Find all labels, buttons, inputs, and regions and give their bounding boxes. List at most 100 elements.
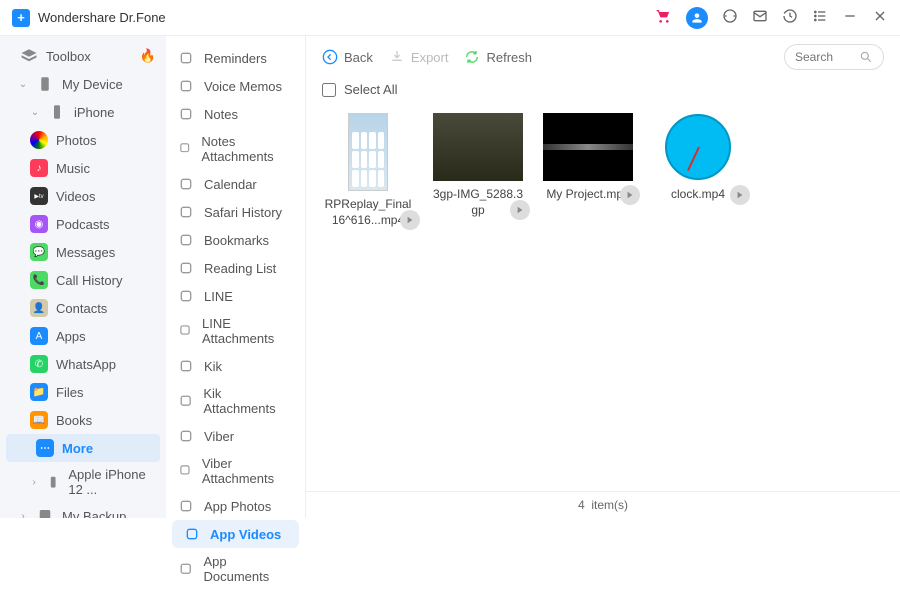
category-label: Safari History	[204, 205, 282, 220]
chevron-down-icon: ⌄	[30, 107, 40, 118]
sidebar-label: WhatsApp	[56, 357, 116, 372]
play-icon[interactable]	[620, 185, 640, 205]
cart-icon[interactable]	[656, 8, 672, 27]
category-item-notes[interactable]: Notes	[166, 100, 305, 128]
chat-icon	[178, 288, 194, 304]
backup-icon	[36, 507, 54, 518]
sidebar-item-messages[interactable]: 💬Messages	[0, 238, 166, 266]
category-item-app-photos[interactable]: App Photos	[166, 492, 305, 520]
menu-list-icon[interactable]	[812, 8, 828, 27]
file-item[interactable]: 3gp-IMG_5288.3gp	[432, 113, 524, 218]
grid-icon	[178, 561, 193, 577]
category-label: Kik Attachments	[203, 386, 293, 416]
back-button[interactable]: Back	[322, 49, 373, 65]
category-label: Viber Attachments	[202, 456, 293, 486]
sidebar-label: Music	[56, 161, 90, 176]
category-item-reading-list[interactable]: Reading List	[166, 254, 305, 282]
user-avatar-icon[interactable]	[686, 7, 708, 29]
sidebar-toolbox[interactable]: Toolbox 🔥	[0, 42, 166, 70]
category-item-reminders[interactable]: Reminders	[166, 44, 305, 72]
history-icon[interactable]	[782, 8, 798, 27]
category-label: Reading List	[204, 261, 276, 276]
sidebar-mybackup[interactable]: ›My Backup	[0, 502, 166, 518]
sidebar-label: Files	[56, 385, 83, 400]
sidebar-item-photos[interactable]: Photos	[0, 126, 166, 154]
sidebar-iphone[interactable]: ⌄ iPhone	[0, 98, 166, 126]
sidebar-item-apps[interactable]: A Apps	[0, 322, 166, 350]
sidebar-item-music[interactable]: ♪ Music	[0, 154, 166, 182]
phone-icon: 📞	[30, 271, 48, 289]
category-item-app-documents[interactable]: App Documents	[166, 548, 305, 590]
support-icon[interactable]	[722, 8, 738, 27]
content-area: Back Export Refresh Select All RP	[306, 36, 900, 518]
sidebar-item-podcasts[interactable]: ◉Podcasts	[0, 210, 166, 238]
sidebar-item-contacts[interactable]: 👤Contacts	[0, 294, 166, 322]
category-item-calendar[interactable]: Calendar	[166, 170, 305, 198]
sidebar-label: Call History	[56, 273, 122, 288]
grid-icon	[178, 498, 194, 514]
more-icon: ⋯	[36, 439, 54, 457]
select-all-checkbox[interactable]	[322, 83, 336, 97]
category-label: Viber	[204, 429, 234, 444]
file-item[interactable]: My Project.mp4	[542, 113, 634, 203]
compass-icon	[178, 204, 194, 220]
file-item[interactable]: clock.mp4	[652, 113, 744, 203]
category-item-line[interactable]: LINE	[166, 282, 305, 310]
sidebar-mydevice[interactable]: ⌄ My Device	[0, 70, 166, 98]
flame-icon: 🔥	[140, 48, 156, 64]
minimize-icon[interactable]	[842, 8, 858, 27]
export-button[interactable]: Export	[389, 49, 449, 65]
sidebar-label: Messages	[56, 245, 115, 260]
mail-icon[interactable]	[752, 8, 768, 27]
category-item-notes-attachments[interactable]: Notes Attachments	[166, 128, 305, 170]
sidebar-apple12[interactable]: ›Apple iPhone 12 ...	[0, 462, 166, 502]
sidebar-label: My Backup	[62, 509, 126, 519]
category-item-kik[interactable]: Kik	[166, 352, 305, 380]
search-input[interactable]	[795, 50, 859, 64]
category-item-kik-attachments[interactable]: Kik Attachments	[166, 380, 305, 422]
category-label: Voice Memos	[204, 79, 282, 94]
category-item-voice-memos[interactable]: Voice Memos	[166, 72, 305, 100]
sidebar-item-whatsapp[interactable]: ✆WhatsApp	[0, 350, 166, 378]
toolbar: Back Export Refresh	[306, 36, 900, 78]
bookmark-icon	[178, 232, 194, 248]
close-icon[interactable]	[872, 8, 888, 27]
category-item-viber-attachments[interactable]: Viber Attachments	[166, 450, 305, 492]
item-label: item(s)	[591, 498, 628, 512]
refresh-label: Refresh	[486, 50, 532, 65]
music-icon: ♪	[30, 159, 48, 177]
category-item-line-attachments[interactable]: LINE Attachments	[166, 310, 305, 352]
app-title: Wondershare Dr.Fone	[38, 10, 166, 25]
sidebar-item-callhistory[interactable]: 📞 Call History	[0, 266, 166, 294]
category-item-safari-history[interactable]: Safari History	[166, 198, 305, 226]
sidebar-item-videos[interactable]: ▶tvVideos	[0, 182, 166, 210]
videos-icon: ▶tv	[30, 187, 48, 205]
apps-icon: A	[30, 327, 48, 345]
back-icon	[322, 49, 338, 65]
thumbnail	[433, 113, 523, 181]
sidebar-item-more[interactable]: ⋯ More	[6, 434, 160, 462]
sidebar-label: Podcasts	[56, 217, 109, 232]
category-label: LINE	[204, 289, 233, 304]
cal-icon	[178, 176, 194, 192]
refresh-button[interactable]: Refresh	[464, 49, 532, 65]
note-icon	[178, 106, 194, 122]
sidebar-label: iPhone	[74, 105, 114, 120]
category-item-viber[interactable]: Viber	[166, 422, 305, 450]
file-item[interactable]: RPReplay_Final16^616...mp4	[322, 113, 414, 228]
file-name: clock.mp4	[671, 187, 725, 203]
search-box[interactable]	[784, 44, 884, 70]
category-label: App Documents	[203, 554, 293, 584]
play-icon[interactable]	[510, 200, 530, 220]
category-item-bookmarks[interactable]: Bookmarks	[166, 226, 305, 254]
sidebar-item-files[interactable]: 📁 Files	[0, 378, 166, 406]
play-icon[interactable]	[730, 185, 750, 205]
select-all-row[interactable]: Select All	[306, 78, 900, 101]
list-icon	[178, 50, 194, 66]
sidebar-label: Apps	[56, 329, 86, 344]
sidebar-item-books[interactable]: 📖Books	[0, 406, 166, 434]
play-icon[interactable]	[400, 210, 420, 230]
category-item-app-videos[interactable]: App Videos	[172, 520, 299, 548]
files-icon: 📁	[30, 383, 48, 401]
sidebar-label: More	[62, 441, 93, 456]
